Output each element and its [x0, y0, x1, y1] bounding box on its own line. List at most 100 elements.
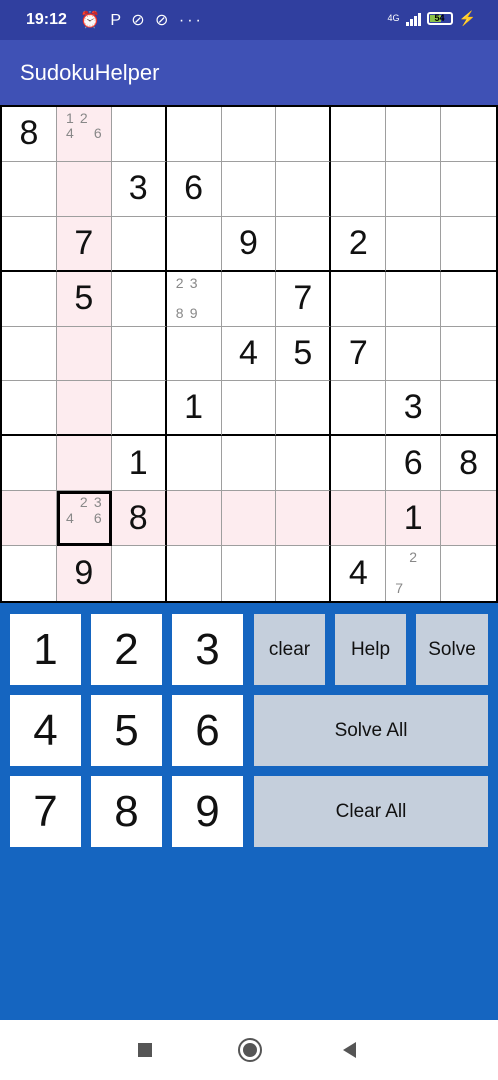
grid-cell-r2-c5[interactable]	[221, 161, 277, 217]
grid-cell-r1-c3[interactable]	[111, 107, 167, 162]
grid-cell-r8-c5[interactable]	[221, 491, 277, 547]
grid-cell-r2-c3[interactable]: 3	[111, 161, 167, 217]
grid-cell-r1-c8[interactable]	[386, 107, 442, 162]
grid-cell-r3-c6[interactable]	[276, 216, 332, 272]
grid-cell-r1-c5[interactable]	[221, 107, 277, 162]
grid-cell-r8-c1[interactable]	[2, 491, 57, 547]
grid-cell-r3-c2[interactable]: 7	[56, 216, 112, 272]
grid-cell-r6-c4[interactable]: 1	[166, 381, 222, 437]
grid-cell-r4-c6[interactable]: 7	[276, 271, 332, 327]
digit-6-button[interactable]: 6	[172, 695, 243, 766]
grid-cell-r8-c2[interactable]: 23 4 6	[56, 491, 112, 547]
grid-cell-r8-c4[interactable]	[166, 491, 222, 547]
grid-cell-r3-c4[interactable]	[166, 216, 222, 272]
grid-cell-r8-c3[interactable]: 8	[111, 491, 167, 547]
grid-cell-r4-c7[interactable]	[331, 271, 387, 327]
cell-value: 5	[74, 279, 94, 318]
grid-cell-r3-c7[interactable]: 2	[331, 216, 387, 272]
grid-cell-r9-c1[interactable]	[2, 546, 57, 601]
grid-cell-r6-c3[interactable]	[111, 381, 167, 437]
grid-cell-r8-c7[interactable]	[331, 491, 387, 547]
grid-cell-r4-c4[interactable]: 2389	[166, 271, 222, 327]
clear-button[interactable]: clear	[254, 614, 325, 685]
digit-8-button[interactable]: 8	[91, 776, 162, 847]
grid-cell-r5-c8[interactable]	[386, 326, 442, 382]
grid-cell-r1-c6[interactable]	[276, 107, 332, 162]
grid-cell-r6-c8[interactable]: 3	[386, 381, 442, 437]
digit-9-button[interactable]: 9	[172, 776, 243, 847]
digit-1-button[interactable]: 1	[10, 614, 81, 685]
grid-cell-r7-c6[interactable]	[276, 436, 332, 492]
grid-cell-r7-c2[interactable]	[56, 436, 112, 492]
grid-cell-r2-c6[interactable]	[276, 161, 332, 217]
grid-cell-r6-c2[interactable]	[56, 381, 112, 437]
grid-cell-r5-c6[interactable]: 5	[276, 326, 332, 382]
grid-cell-r4-c3[interactable]	[111, 271, 167, 327]
grid-cell-r7-c3[interactable]: 1	[111, 436, 167, 492]
grid-cell-r3-c5[interactable]: 9	[221, 216, 277, 272]
grid-cell-r5-c9[interactable]	[441, 327, 496, 382]
grid-cell-r5-c2[interactable]	[56, 326, 112, 382]
grid-cell-r7-c1[interactable]	[2, 436, 57, 492]
grid-cell-r1-c2[interactable]: 124 6	[56, 107, 112, 162]
candidate-digit: 9	[189, 305, 198, 322]
grid-cell-r1-c4[interactable]	[166, 107, 222, 162]
grid-cell-r3-c8[interactable]	[386, 216, 442, 272]
grid-cell-r6-c1[interactable]	[2, 381, 57, 437]
grid-cell-r6-c6[interactable]	[276, 381, 332, 437]
grid-cell-r4-c8[interactable]	[386, 271, 442, 327]
clear-all-button[interactable]: Clear All	[254, 776, 488, 847]
help-button[interactable]: Help	[335, 614, 406, 685]
grid-cell-r5-c7[interactable]: 7	[331, 326, 387, 382]
digit-3-button[interactable]: 3	[172, 614, 243, 685]
grid-cell-r7-c5[interactable]	[221, 436, 277, 492]
solve-all-button[interactable]: Solve All	[254, 695, 488, 766]
grid-cell-r4-c2[interactable]: 5	[56, 271, 112, 327]
grid-cell-r2-c2[interactable]	[56, 161, 112, 217]
grid-cell-r9-c7[interactable]: 4	[331, 546, 387, 601]
grid-cell-r7-c7[interactable]	[331, 436, 387, 492]
grid-cell-r8-c6[interactable]	[276, 491, 332, 547]
grid-cell-r6-c7[interactable]	[331, 381, 387, 437]
grid-cell-r9-c6[interactable]	[276, 546, 332, 601]
grid-cell-r7-c8[interactable]: 6	[386, 436, 442, 492]
digit-4-button[interactable]: 4	[10, 695, 81, 766]
grid-cell-r2-c7[interactable]	[331, 161, 387, 217]
grid-cell-r3-c1[interactable]	[2, 216, 57, 272]
grid-cell-r5-c4[interactable]	[166, 326, 222, 382]
grid-cell-r6-c5[interactable]	[221, 381, 277, 437]
grid-cell-r5-c1[interactable]	[2, 326, 57, 382]
solve-button[interactable]: Solve	[416, 614, 488, 685]
grid-cell-r7-c9[interactable]: 8	[441, 436, 496, 492]
grid-cell-r2-c4[interactable]: 6	[166, 161, 222, 217]
grid-cell-r3-c3[interactable]	[111, 216, 167, 272]
grid-cell-r5-c3[interactable]	[111, 326, 167, 382]
grid-cell-r8-c8[interactable]: 1	[386, 491, 442, 547]
grid-cell-r9-c9[interactable]	[441, 546, 496, 601]
grid-cell-r2-c9[interactable]	[441, 162, 496, 217]
digit-7-button[interactable]: 7	[10, 776, 81, 847]
back-triangle-icon[interactable]	[343, 1042, 356, 1058]
grid-cell-r4-c9[interactable]	[441, 272, 496, 327]
grid-cell-r6-c9[interactable]	[441, 381, 496, 437]
grid-cell-r9-c8[interactable]: 27	[386, 546, 442, 601]
grid-cell-r2-c8[interactable]	[386, 161, 442, 217]
grid-cell-r9-c4[interactable]	[167, 546, 222, 601]
grid-cell-r1-c1[interactable]: 8	[2, 107, 57, 162]
grid-cell-r1-c9[interactable]	[441, 107, 496, 162]
grid-cell-r7-c4[interactable]	[166, 436, 222, 492]
grid-cell-r4-c1[interactable]	[2, 271, 57, 327]
grid-cell-r1-c7[interactable]	[331, 107, 387, 162]
grid-cell-r9-c5[interactable]	[222, 546, 277, 601]
digit-5-button[interactable]: 5	[91, 695, 162, 766]
grid-cell-r8-c9[interactable]	[441, 491, 496, 547]
grid-cell-r2-c1[interactable]	[2, 161, 57, 217]
grid-cell-r4-c5[interactable]	[221, 271, 277, 327]
grid-cell-r9-c3[interactable]	[112, 546, 167, 601]
recents-square-icon[interactable]	[138, 1043, 152, 1057]
home-circle-icon[interactable]	[238, 1038, 262, 1062]
digit-2-button[interactable]: 2	[91, 614, 162, 685]
grid-cell-r3-c9[interactable]	[441, 217, 496, 272]
grid-cell-r5-c5[interactable]: 4	[221, 326, 277, 382]
grid-cell-r9-c2[interactable]: 9	[56, 546, 112, 601]
